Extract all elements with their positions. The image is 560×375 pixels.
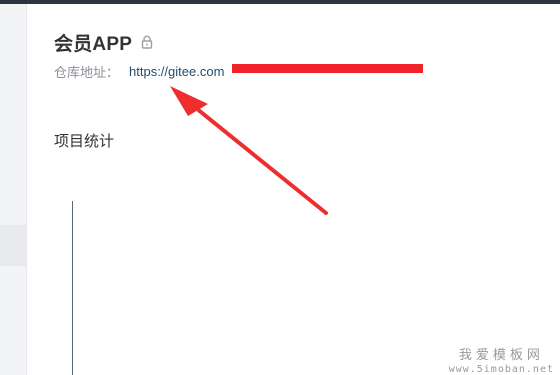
repo-address-row: 仓库地址： https://gitee.com bbox=[54, 62, 224, 80]
lock-icon bbox=[140, 35, 154, 49]
annotation-arrow bbox=[170, 86, 328, 215]
chart-axis-line bbox=[72, 201, 73, 375]
sidebar-active-item[interactable] bbox=[0, 225, 26, 266]
section-title: 项目统计 bbox=[54, 133, 115, 150]
sidebar bbox=[0, 4, 27, 375]
project-title: 会员APP bbox=[54, 33, 133, 55]
watermark: 我爱模板网 www.5imoban.net bbox=[449, 344, 554, 375]
top-bar bbox=[0, 0, 560, 4]
project-header: 会员APP bbox=[54, 29, 154, 55]
repo-label: 仓库地址： bbox=[54, 64, 120, 80]
watermark-sub: www.5imoban.net bbox=[448, 364, 554, 375]
redaction-bar bbox=[232, 64, 423, 73]
watermark-main: 我爱模板网 bbox=[458, 348, 544, 363]
repo-url-link[interactable]: https://gitee.com bbox=[129, 64, 224, 79]
